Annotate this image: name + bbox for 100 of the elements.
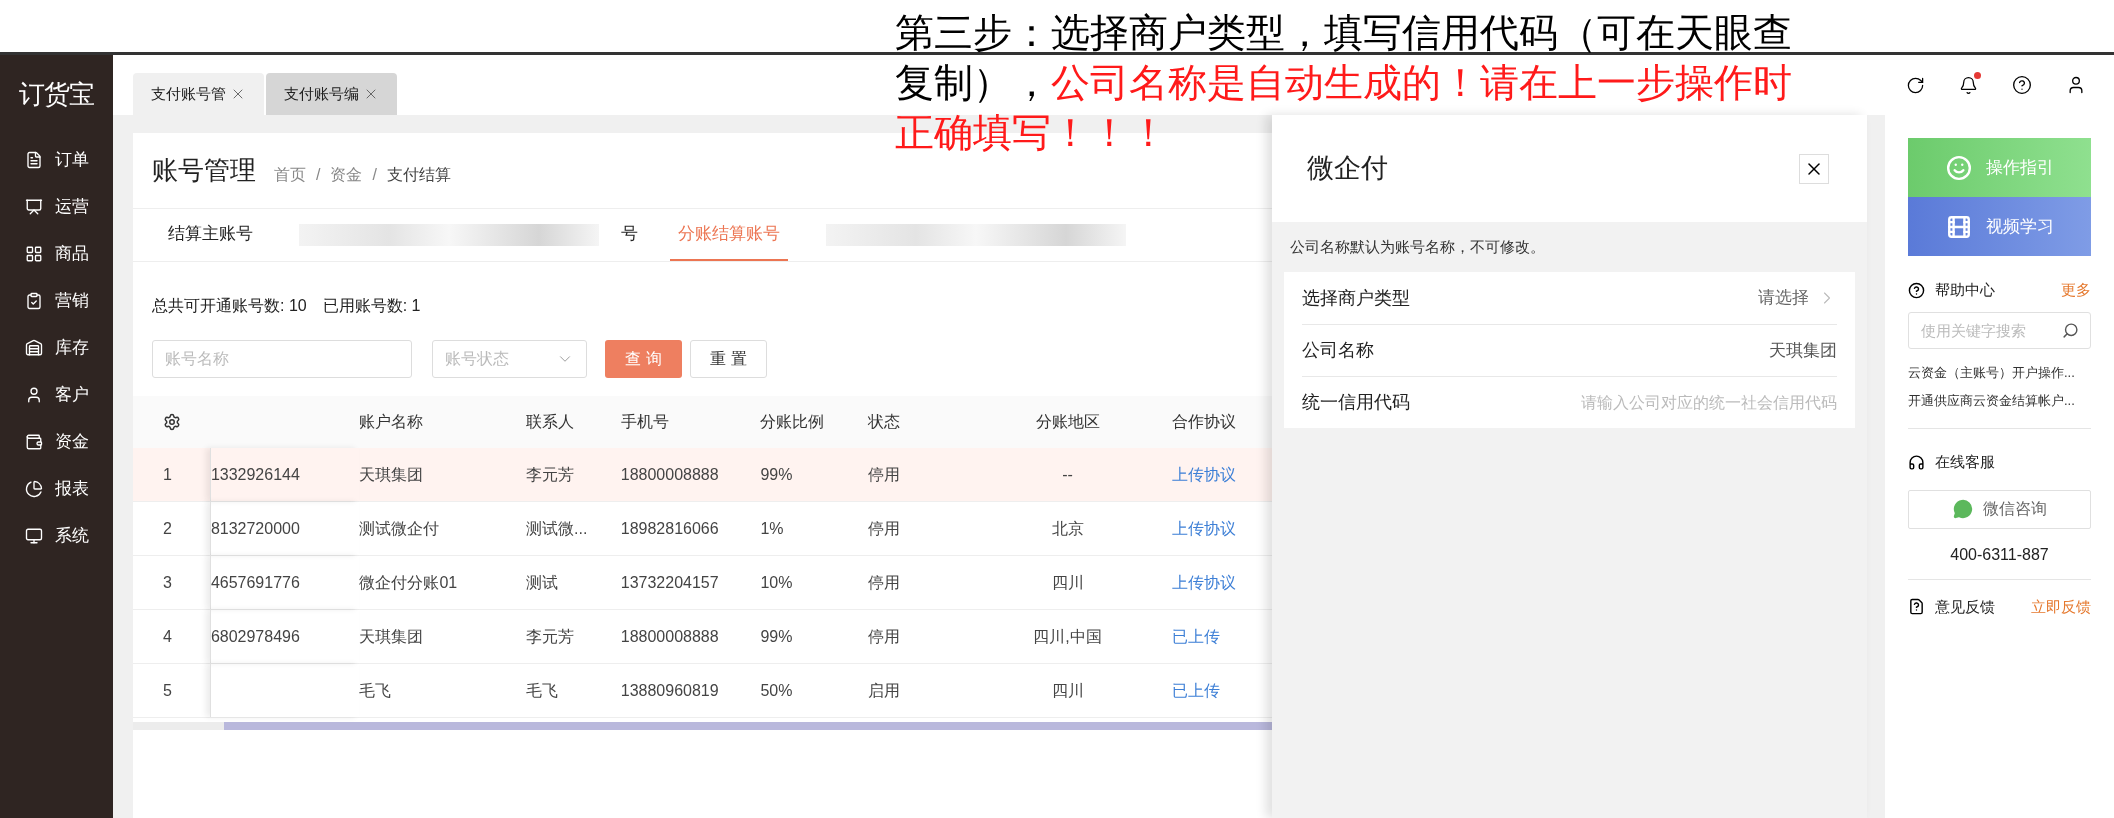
table-cell: 50% bbox=[760, 681, 793, 699]
page-title: 账号管理 bbox=[152, 154, 256, 187]
account-tab[interactable]: 结算主账号 bbox=[160, 209, 261, 261]
table-cell: 18800008888 bbox=[620, 465, 719, 483]
notice-text: 公司名称默认为账号名称，不可修改。 bbox=[1290, 236, 1545, 257]
table-cell: 99% bbox=[760, 627, 793, 645]
table-cell-text: 4657691776 bbox=[210, 572, 300, 593]
agreement-link[interactable]: 上传协议 bbox=[1172, 465, 1237, 483]
sidebar-item[interactable]: 客户 bbox=[24, 371, 89, 418]
field-label: 统一信用代码 bbox=[1302, 391, 1410, 414]
table-cell: 李元芳 bbox=[526, 627, 574, 645]
sidebar-item[interactable]: 运营 bbox=[24, 183, 89, 230]
table-cell: 10% bbox=[760, 573, 793, 591]
table-cell: 3 bbox=[163, 573, 172, 591]
grid-icon bbox=[24, 244, 43, 263]
sidebar-item[interactable]: 系统 bbox=[24, 512, 89, 559]
column-header: 账户名称 bbox=[359, 413, 424, 430]
feedback-title: 意见反馈 bbox=[1935, 596, 1995, 617]
table-cell: 天琪集团 bbox=[359, 627, 424, 645]
table-cell: 13880960819 bbox=[620, 681, 719, 699]
agreement-link[interactable]: 上传协议 bbox=[1172, 519, 1237, 537]
table-cell: 99% bbox=[760, 465, 793, 483]
sidebar-item[interactable]: 营销 bbox=[24, 277, 89, 324]
table-cell: 毛飞 bbox=[359, 681, 392, 699]
breadcrumb-link[interactable]: 资金 bbox=[330, 163, 363, 187]
table-cell: 停用 bbox=[868, 627, 901, 645]
column-header: 手机号 bbox=[620, 413, 669, 430]
help-search-field[interactable]: 使用关键字搜索 bbox=[1908, 312, 2091, 349]
page-tab[interactable]: 支付账号管 bbox=[133, 73, 264, 115]
wallet-icon bbox=[24, 432, 43, 451]
chat-bubble-icon bbox=[1952, 499, 1973, 519]
help-icon[interactable] bbox=[2012, 75, 2032, 95]
table-cell: 停用 bbox=[868, 573, 901, 591]
clipboard-icon bbox=[24, 291, 43, 310]
table-cell: 停用 bbox=[868, 519, 901, 537]
search-icon[interactable] bbox=[2062, 322, 2079, 339]
help-center-title: 帮助中心 bbox=[1935, 279, 1995, 300]
table-row[interactable]: 5 毛飞 毛飞 13880960819 50% 启用 四川 已上传 bbox=[133, 664, 1272, 718]
used-accounts-text: 已用账号数: 1 bbox=[322, 296, 421, 316]
column-header: 状态 bbox=[868, 413, 901, 430]
merchant-type-select[interactable]: 请选择 bbox=[1758, 285, 1837, 311]
document-icon bbox=[24, 150, 43, 169]
table-row[interactable]: 1 1332926144 天琪集团 李元芳 18800008888 99% 停用 -- 上传协议 bbox=[133, 448, 1272, 502]
table-cell: 5 bbox=[163, 681, 172, 699]
table-cell: 天琪集团 bbox=[359, 465, 424, 483]
table-cell-text: 6802978496 bbox=[210, 626, 300, 647]
online-service-title: 在线客服 bbox=[1935, 452, 1995, 472]
help-article-link[interactable]: 云资金（主账号）开户操作... bbox=[1908, 363, 2091, 383]
column-header: 合作协议 bbox=[1172, 413, 1237, 430]
table-cell: 4 bbox=[163, 627, 172, 645]
agreement-link[interactable]: 已上传 bbox=[1172, 627, 1221, 645]
total-accounts-text: 总共可开通账号数: 10 bbox=[152, 296, 307, 316]
settings-icon[interactable] bbox=[163, 413, 181, 431]
table-cell: 北京 bbox=[1051, 519, 1084, 537]
table-cell: 微企付分账01 bbox=[359, 573, 458, 591]
company-name-value: 天琪集团 bbox=[1769, 339, 1837, 362]
wechat-button[interactable]: 微信咨询 bbox=[1908, 489, 2091, 529]
column-header: 联系人 bbox=[526, 413, 574, 430]
sidebar-item[interactable]: 报表 bbox=[24, 465, 89, 512]
table-cell: 李元芳 bbox=[526, 465, 574, 483]
horizontal-scrollbar[interactable] bbox=[133, 722, 1272, 730]
table-cell: -- bbox=[1062, 465, 1073, 483]
drawer-title: 微企付 bbox=[1307, 152, 1388, 186]
table-cell: 四川,中国 bbox=[1033, 627, 1102, 645]
sidebar-item[interactable]: 订单 bbox=[24, 136, 89, 183]
table-cell: 18800008888 bbox=[620, 627, 719, 645]
field-label: 公司名称 bbox=[1302, 339, 1374, 362]
bell-icon[interactable] bbox=[1959, 75, 1978, 95]
agreement-link[interactable]: 已上传 bbox=[1172, 681, 1221, 699]
table-row[interactable]: 4 6802978496 天琪集团 李元芳 18800008888 99% 停用 四川,中国 已上传 bbox=[133, 610, 1272, 664]
table-cell-text: 1332926144 bbox=[210, 464, 300, 485]
sidebar-item[interactable]: 商品 bbox=[24, 230, 89, 277]
help-icon bbox=[1908, 281, 1925, 299]
sidebar-item[interactable]: 库存 bbox=[24, 324, 89, 371]
reset-button[interactable]: 重 置 bbox=[690, 340, 767, 378]
sidebar-item[interactable]: 资金 bbox=[24, 418, 89, 465]
field-label: 选择商户类型 bbox=[1302, 286, 1410, 310]
monitor-icon bbox=[24, 526, 43, 545]
help-article-link[interactable]: 开通供应商云资金结算帐户... bbox=[1908, 390, 2091, 410]
table-cell-text: 8132720000 bbox=[210, 518, 300, 539]
close-button[interactable] bbox=[1799, 153, 1829, 184]
page-tab[interactable]: 支付账号编 bbox=[266, 73, 397, 115]
refresh-icon[interactable] bbox=[1906, 75, 1925, 95]
breadcrumb-current: 支付结算 bbox=[386, 165, 451, 185]
table-cell: 四川 bbox=[1051, 681, 1084, 699]
table-cell: 18982816066 bbox=[620, 519, 719, 537]
agreement-link[interactable]: 上传协议 bbox=[1172, 573, 1237, 591]
account-tab[interactable]: 号 bbox=[613, 209, 646, 261]
feedback-icon bbox=[1908, 598, 1925, 616]
table-row[interactable]: 2 8132720000 测试微企付 测试微... 18982816066 1% 停用 北京 上传协议 bbox=[133, 502, 1272, 556]
table-cell: 测试 bbox=[526, 573, 558, 591]
column-header: 分账比例 bbox=[760, 413, 825, 430]
phone-number: 400-6311-887 bbox=[1949, 544, 2050, 565]
table-cell: 1% bbox=[760, 519, 784, 537]
table-cell: 测试微企付 bbox=[359, 519, 440, 537]
table-row[interactable]: 3 4657691776 微企付分账01 测试 13732204157 10% 停用 四川 上传协议 bbox=[133, 556, 1272, 610]
table-cell: 1 bbox=[163, 465, 172, 483]
breadcrumb-link[interactable]: 首页 bbox=[274, 163, 306, 187]
account-name-field[interactable]: 账号名称 bbox=[152, 340, 412, 378]
table-cell: 启用 bbox=[868, 681, 901, 699]
